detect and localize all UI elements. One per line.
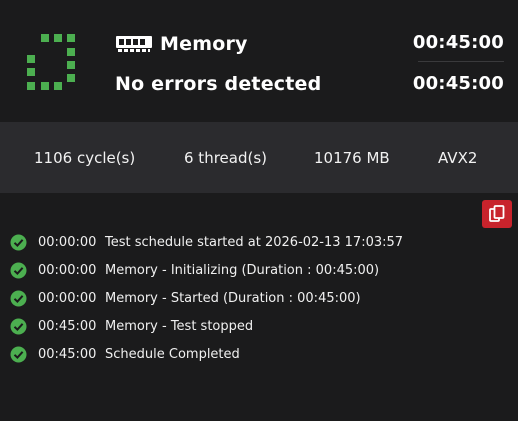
header-title-row: Memory [115,31,248,57]
log-entry: 00:00:00 Memory - Started (Duration : 00… [0,284,518,312]
log-entry: 00:45:00 Schedule Completed [0,340,518,368]
log-message: Memory - Test stopped [105,318,254,334]
log-entry: 00:00:00 Memory - Initializing (Duration… [0,256,518,284]
test-status: No errors detected [115,73,322,95]
elapsed-time: 00:45:00 [412,32,504,53]
test-title: Memory [160,33,248,55]
test-header: Memory No errors detected 00:45:00 00:45… [0,0,518,122]
check-circle-icon [10,346,27,362]
stress-test-panel: Memory No errors detected 00:45:00 00:45… [0,0,518,421]
check-circle-icon [10,262,27,278]
ram-icon [116,36,152,52]
check-circle-icon [10,290,27,306]
log-time: 00:00:00 [38,290,97,306]
log-message: Memory - Started (Duration : 00:45:00) [105,290,361,306]
threads-count: 6 thread(s) [184,149,267,167]
log-message: Schedule Completed [105,346,240,362]
check-circle-icon [10,234,27,250]
memory-size: 10176 MB [314,149,390,167]
timer-divider [418,61,504,62]
cycles-count: 1106 cycle(s) [34,149,136,167]
log-time: 00:45:00 [38,318,97,334]
log-entry: 00:45:00 Memory - Test stopped [0,312,518,340]
total-time: 00:45:00 [412,73,504,94]
log-time: 00:00:00 [38,262,97,278]
stats-bar: 1106 cycle(s) 6 thread(s) 10176 MB AVX2 [0,122,518,193]
log-entry: 00:00:00 Test schedule started at 2026-0… [0,228,518,256]
instruction-set: AVX2 [438,149,478,167]
dashed-square-icon [27,34,75,90]
log-message: Memory - Initializing (Duration : 00:45:… [105,262,380,278]
copy-icon [489,205,505,222]
log-message: Test schedule started at 2026-02-13 17:0… [105,234,404,250]
log-time: 00:00:00 [38,234,97,250]
log-time: 00:45:00 [38,346,97,362]
copy-log-button[interactable] [482,200,512,228]
check-circle-icon [10,318,27,334]
